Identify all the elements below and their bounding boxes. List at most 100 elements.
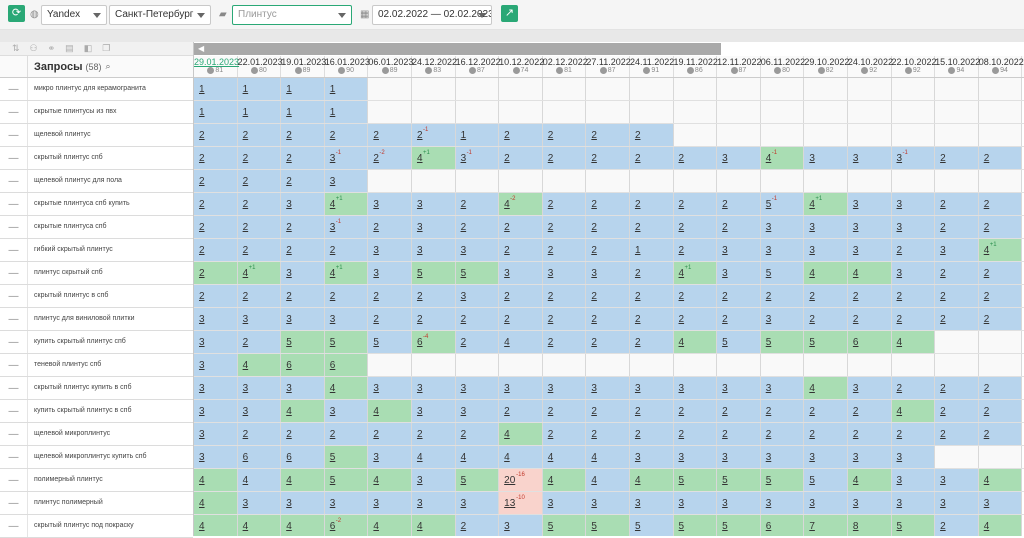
position-cell[interactable]: 2 — [935, 147, 979, 169]
position-cell[interactable] — [411, 101, 456, 123]
position-value[interactable]: 2 — [330, 291, 336, 302]
position-cell[interactable] — [673, 170, 718, 192]
position-cell[interactable] — [411, 170, 456, 192]
position-cell[interactable]: 2 — [411, 423, 456, 445]
position-cell[interactable]: 2 — [847, 285, 892, 307]
position-cell[interactable]: 3 — [760, 446, 805, 468]
position-cell[interactable]: 2 — [455, 331, 500, 353]
position-cell[interactable]: 2 — [194, 193, 238, 215]
position-cell[interactable] — [891, 354, 936, 376]
position-cell[interactable]: 13 -10 — [499, 492, 543, 514]
query-row[interactable]: — скрытый плинтус спб — [0, 147, 193, 170]
position-cell[interactable]: 2 — [499, 147, 543, 169]
position-value[interactable]: 6 — [243, 452, 249, 463]
position-value[interactable]: 3 — [722, 245, 728, 256]
position-cell[interactable]: 2 — [629, 423, 674, 445]
position-cell[interactable] — [891, 124, 936, 146]
position-value[interactable]: 3 — [809, 222, 815, 233]
engine-select[interactable]: Yandex — [41, 5, 107, 25]
position-value[interactable]: 3 — [635, 452, 641, 463]
position-value[interactable]: 3 — [417, 222, 423, 233]
position-value[interactable]: 1 — [286, 107, 292, 118]
position-value[interactable]: 3 — [504, 521, 510, 532]
position-cell[interactable]: 4 — [499, 331, 543, 353]
position-value[interactable]: 4 — [853, 268, 859, 279]
position-cell[interactable]: 3 — [717, 446, 761, 468]
position-cell[interactable]: 2 — [499, 239, 543, 261]
position-value[interactable]: 3 — [286, 383, 292, 394]
position-value[interactable]: 2 — [897, 291, 903, 302]
position-cell[interactable]: 3 — [978, 492, 1023, 514]
query-row[interactable]: — плинтус скрытый спб — [0, 262, 193, 285]
position-value[interactable]: 2 — [373, 153, 379, 164]
position-cell[interactable]: 2 — [673, 193, 718, 215]
position-value[interactable]: 2 — [243, 429, 249, 440]
position-cell[interactable]: 2 — [978, 400, 1023, 422]
position-value[interactable]: 3 — [591, 268, 597, 279]
position-cell[interactable]: 4 -2 — [499, 193, 543, 215]
position-value[interactable]: 5 — [548, 521, 554, 532]
position-value[interactable]: 5 — [809, 337, 815, 348]
position-cell[interactable] — [455, 78, 500, 100]
position-cell[interactable]: 4 +1 — [324, 262, 369, 284]
position-cell[interactable]: 3 — [804, 239, 848, 261]
position-value[interactable]: 2 — [199, 268, 205, 279]
position-cell[interactable]: 2 — [717, 285, 761, 307]
position-cell[interactable]: 5 — [891, 515, 936, 536]
position-cell[interactable]: 2 — [237, 423, 282, 445]
position-cell[interactable]: 2 — [586, 124, 630, 146]
position-value[interactable]: 2 — [461, 199, 467, 210]
position-cell[interactable]: 3 — [455, 492, 500, 514]
position-value[interactable]: 2 — [853, 406, 859, 417]
position-cell[interactable] — [760, 101, 805, 123]
position-cell[interactable]: 3 — [455, 239, 500, 261]
query-row[interactable]: — теневой плинтус спб — [0, 354, 193, 377]
position-value[interactable]: 3 — [461, 245, 467, 256]
position-cell[interactable]: 3 — [411, 400, 456, 422]
position-cell[interactable] — [847, 354, 892, 376]
position-cell[interactable]: 3 — [760, 308, 805, 330]
position-value[interactable]: 2 — [722, 406, 728, 417]
position-cell[interactable] — [586, 78, 630, 100]
position-cell[interactable]: 2 — [237, 170, 282, 192]
search-input[interactable]: Плинтус — [232, 5, 352, 25]
position-cell[interactable]: 2 — [455, 216, 500, 238]
position-cell[interactable]: 2 — [499, 124, 543, 146]
position-value[interactable]: 2 — [591, 130, 597, 141]
position-cell[interactable]: 5 — [411, 262, 456, 284]
position-value[interactable]: 3 — [766, 314, 772, 325]
query-row[interactable]: — скрытые плинтуса спб — [0, 216, 193, 239]
position-cell[interactable]: 6 -4 — [411, 331, 456, 353]
query-row[interactable]: — щелевой микроплинтус купить спб — [0, 446, 193, 469]
query-row[interactable]: — купить скрытый плинтус спб — [0, 331, 193, 354]
position-cell[interactable]: 4 — [281, 515, 325, 536]
position-cell[interactable] — [629, 101, 674, 123]
position-value[interactable]: 5 — [722, 521, 728, 532]
position-cell[interactable]: 3 — [455, 377, 500, 399]
position-value[interactable]: 3 — [897, 268, 903, 279]
position-value[interactable]: 3 — [679, 452, 685, 463]
position-value[interactable]: 2 — [940, 406, 946, 417]
position-cell[interactable]: 2 — [411, 308, 456, 330]
drag-handle-icon[interactable]: — — [0, 308, 28, 330]
position-value[interactable]: 2 — [461, 314, 467, 325]
position-cell[interactable]: 2 — [194, 262, 238, 284]
position-value[interactable]: 1 — [461, 130, 467, 141]
position-value[interactable]: 2 — [504, 222, 510, 233]
position-value[interactable]: 5 — [766, 475, 772, 486]
position-value[interactable]: 3 — [504, 268, 510, 279]
position-cell[interactable]: 2 — [455, 423, 500, 445]
query-row[interactable]: — скрытый плинтус под покраску — [0, 515, 193, 538]
drag-handle-icon[interactable]: — — [0, 170, 28, 192]
date-column-header[interactable]: 24.10.2022 92 — [848, 56, 893, 77]
position-value[interactable]: 3 — [940, 475, 946, 486]
position-value[interactable]: 3 — [461, 498, 467, 509]
position-value[interactable]: 3 — [548, 268, 554, 279]
position-cell[interactable] — [891, 170, 936, 192]
position-cell[interactable]: 3 — [891, 193, 936, 215]
position-cell[interactable]: 2 — [455, 308, 500, 330]
position-cell[interactable]: 6 — [847, 331, 892, 353]
position-value[interactable]: 5 — [897, 521, 903, 532]
position-cell[interactable]: 3 — [935, 469, 979, 491]
position-value[interactable]: 2 — [199, 199, 205, 210]
